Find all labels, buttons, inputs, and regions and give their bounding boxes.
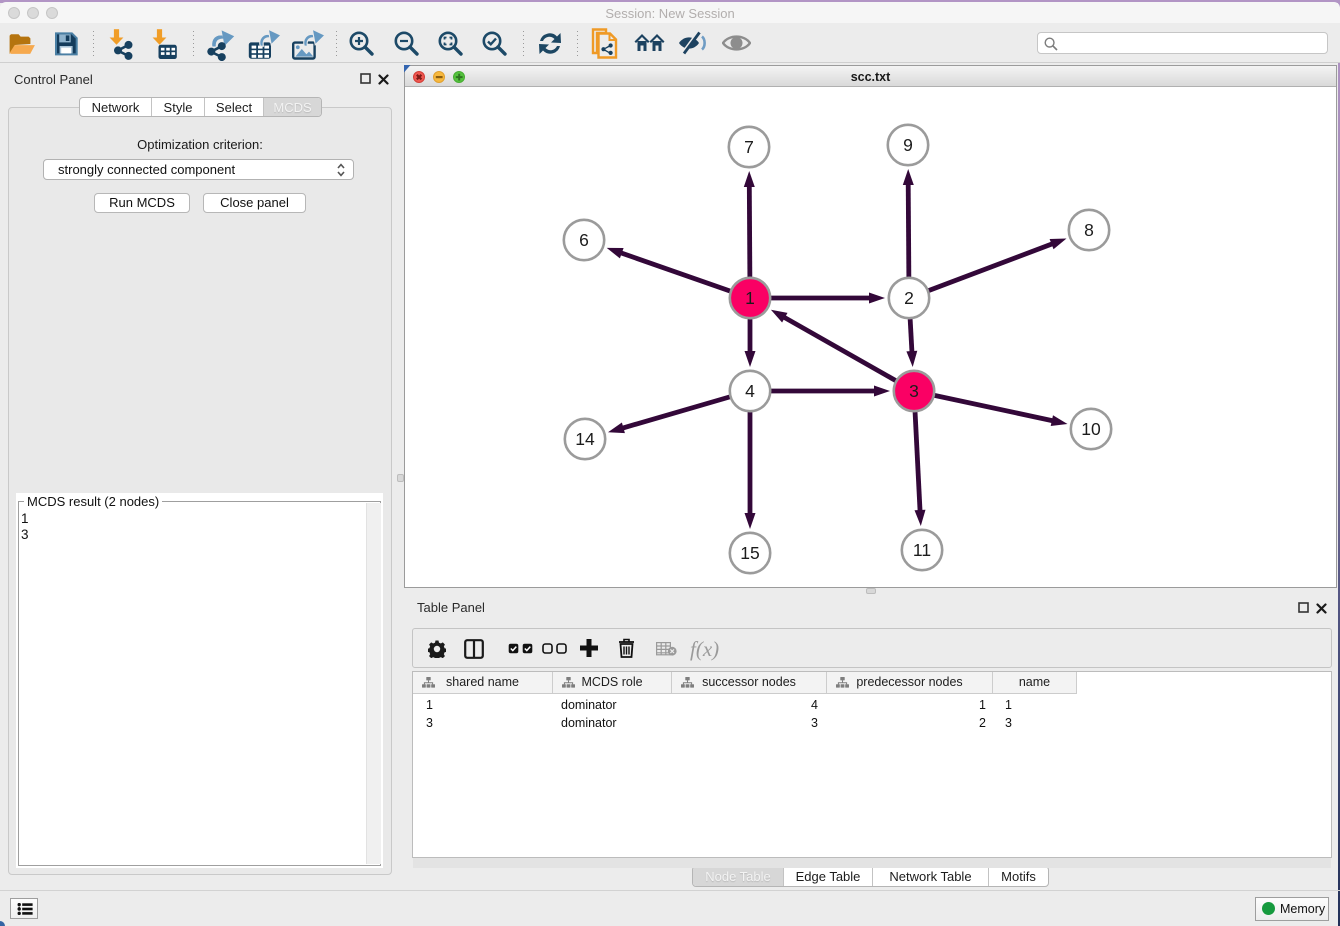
svg-text:7: 7	[744, 137, 754, 157]
svg-text:6: 6	[579, 230, 589, 250]
svg-text:2: 2	[904, 288, 914, 308]
svg-text:14: 14	[575, 429, 595, 449]
svg-text:15: 15	[740, 543, 759, 563]
svg-text:9: 9	[903, 135, 913, 155]
svg-text:10: 10	[1081, 419, 1101, 439]
svg-text:1: 1	[745, 288, 755, 308]
svg-text:3: 3	[909, 381, 919, 401]
svg-text:4: 4	[745, 381, 755, 401]
svg-text:11: 11	[913, 540, 931, 560]
svg-text:8: 8	[1084, 220, 1094, 240]
